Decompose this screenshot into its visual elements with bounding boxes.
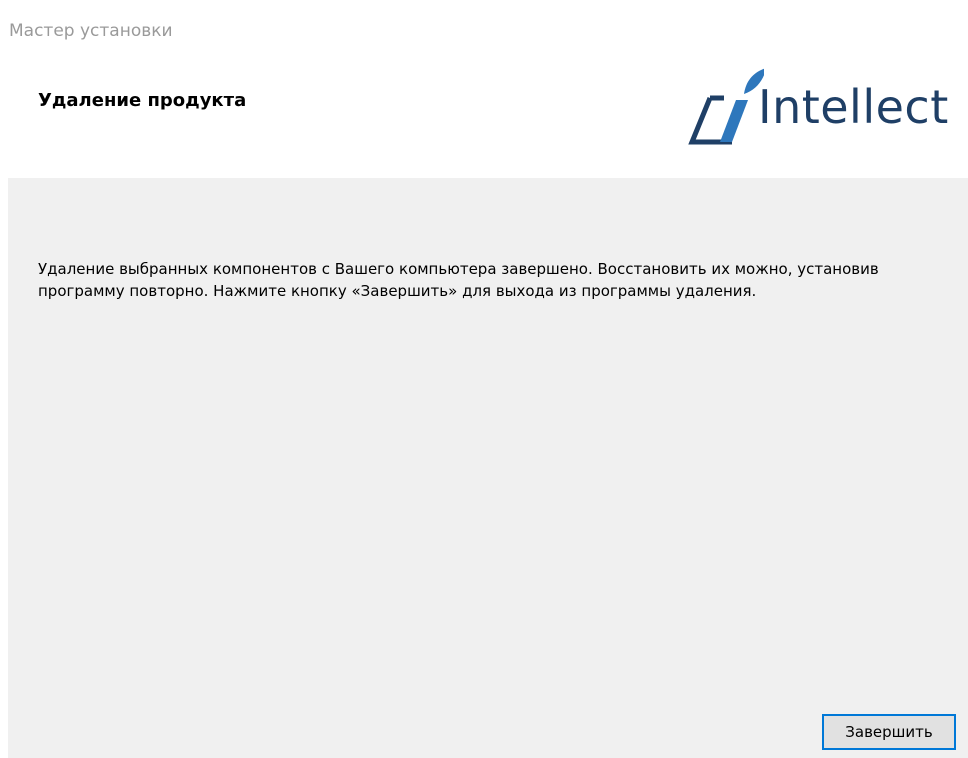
title-bar: Мастер установки (8, 10, 968, 50)
screen-top-strip (0, 0, 968, 10)
finish-button-label: Завершить (845, 723, 933, 741)
completion-message: Удаление выбранных компонентов с Вашего … (38, 260, 879, 300)
intellect-logo: Intellect (674, 66, 964, 148)
installer-window: Мастер установки Удаление продукта Intel… (8, 10, 968, 758)
finish-button[interactable]: Завершить (822, 714, 956, 750)
wizard-header: Удаление продукта Intellect (8, 50, 968, 178)
window-title: Мастер установки (9, 21, 173, 41)
logo-wordmark: Intellect (758, 80, 949, 134)
wizard-body: Удаление выбранных компонентов с Вашего … (8, 178, 968, 758)
page-title: Удаление продукта (38, 90, 247, 111)
intellect-logo-icon (688, 68, 764, 145)
